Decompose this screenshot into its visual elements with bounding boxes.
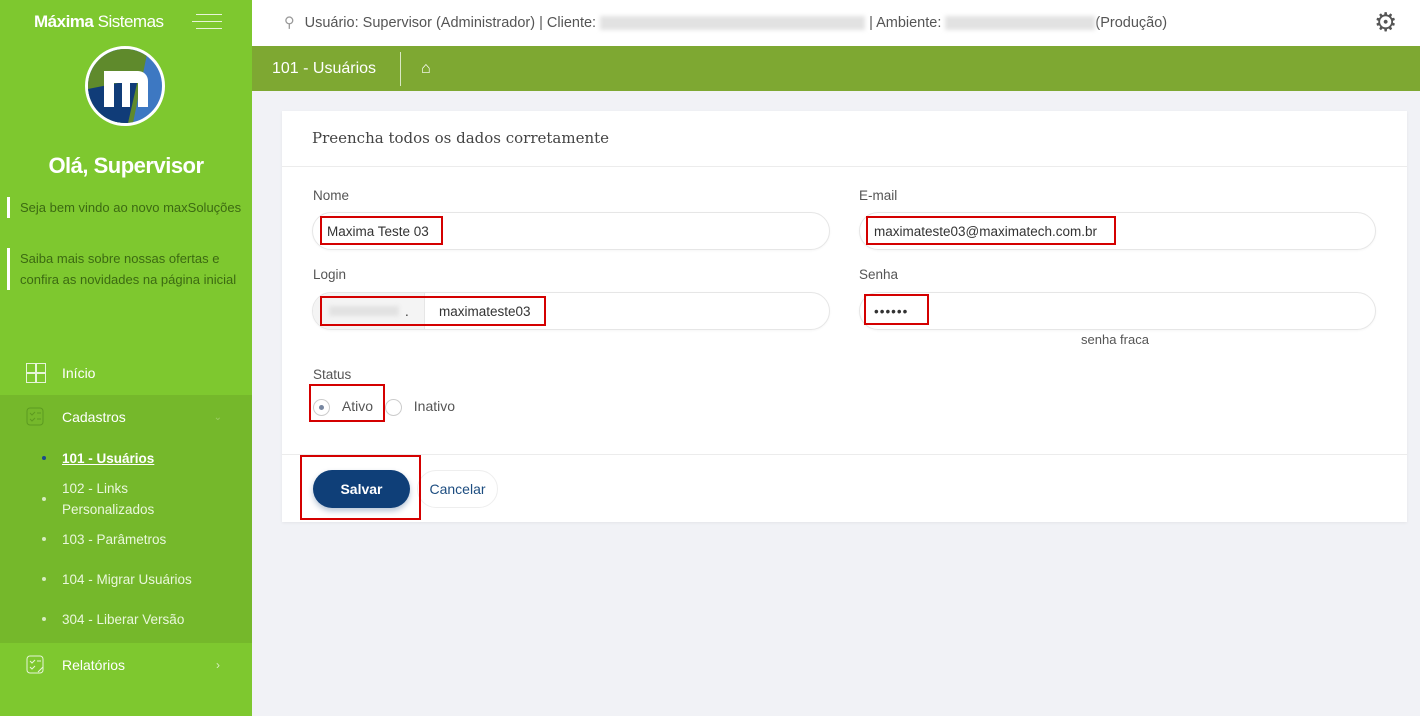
status-label: Status (313, 367, 352, 382)
sidebar: Máxima Sistemas Olá, Supervisor Seja bem… (0, 0, 252, 716)
brand-logo: Máxima Sistemas (34, 12, 164, 31)
highlight-box (320, 296, 546, 326)
menu-toggle-icon[interactable] (192, 14, 222, 32)
sidebar-item-cadastros[interactable]: Cadastros ⌄ (0, 395, 252, 439)
sidebar-item-inicio[interactable]: Início (0, 351, 252, 395)
home-icon[interactable]: ⌂ (421, 60, 431, 78)
sidebar-subitem-103[interactable]: 103 - Parâmetros (0, 521, 252, 557)
greeting: Olá, Supervisor (48, 153, 204, 178)
ambiente-suffix: (Produção) (1095, 15, 1168, 31)
email-label: E-mail (859, 188, 898, 203)
sidebar-nav: Início Cadastros ⌄ 101 - Usuários 102 - … (0, 351, 252, 687)
highlight-box (309, 384, 385, 422)
divider (282, 454, 1407, 455)
client-redacted (600, 16, 866, 30)
highlight-box (866, 216, 1116, 245)
ambiente-label: | Ambiente: (869, 15, 942, 31)
sidebar-subitem-304[interactable]: 304 - Liberar Versão (0, 601, 252, 637)
chevron-right-icon: › (216, 658, 220, 672)
form-title: Preencha todos os dados corretamente (282, 111, 1407, 167)
user-form: Preencha todos os dados corretamente Nom… (282, 111, 1407, 522)
gear-icon[interactable]: ⚙ (1374, 9, 1400, 35)
sidebar-item-label: Cadastros (62, 409, 126, 425)
sidebar-item-relatorios[interactable]: Relatórios › (0, 643, 252, 687)
user-info: Usuário: Supervisor (Administrador) | Cl… (304, 15, 597, 31)
report-icon (26, 655, 44, 674)
top-bar: ⚲ Usuário: Supervisor (Administrador) | … (252, 0, 1420, 46)
password-strength: senha fraca (1081, 332, 1149, 347)
offers-note: Saiba mais sobre nossas ofertas e confir… (7, 248, 243, 290)
page-title: 101 - Usuários (252, 51, 402, 86)
sidebar-item-label: Relatórios (62, 657, 126, 673)
senha-input[interactable]: •••••• (859, 292, 1376, 330)
page-header: 101 - Usuários ⌂ (252, 46, 1420, 91)
welcome-note: Seja bem vindo ao novo maxSoluções (7, 197, 243, 218)
sidebar-subitem-101[interactable]: 101 - Usuários (0, 439, 252, 477)
highlight-box (864, 294, 929, 325)
cancel-button[interactable]: Cancelar (417, 470, 498, 508)
chevron-down-icon: ⌄ (213, 411, 222, 423)
sidebar-subitem-102[interactable]: 102 - Links Personalizados (0, 477, 252, 521)
nome-label: Nome (313, 188, 350, 203)
highlight-box (320, 216, 443, 245)
ambiente-redacted (945, 16, 1096, 30)
sidebar-subitem-104[interactable]: 104 - Migrar Usuários (0, 557, 252, 601)
company-logo (85, 46, 165, 126)
cadastros-group: Cadastros ⌄ 101 - Usuários 102 - Links P… (0, 395, 252, 643)
radio-inativo[interactable]: Inativo (384, 398, 455, 416)
user-icon: ⚲ (284, 15, 295, 31)
sidebar-item-label: Início (62, 365, 96, 381)
senha-label: Senha (859, 267, 899, 282)
grid-icon (26, 363, 46, 383)
highlight-box (300, 455, 421, 520)
checklist-icon (26, 407, 44, 426)
login-label: Login (313, 267, 347, 282)
